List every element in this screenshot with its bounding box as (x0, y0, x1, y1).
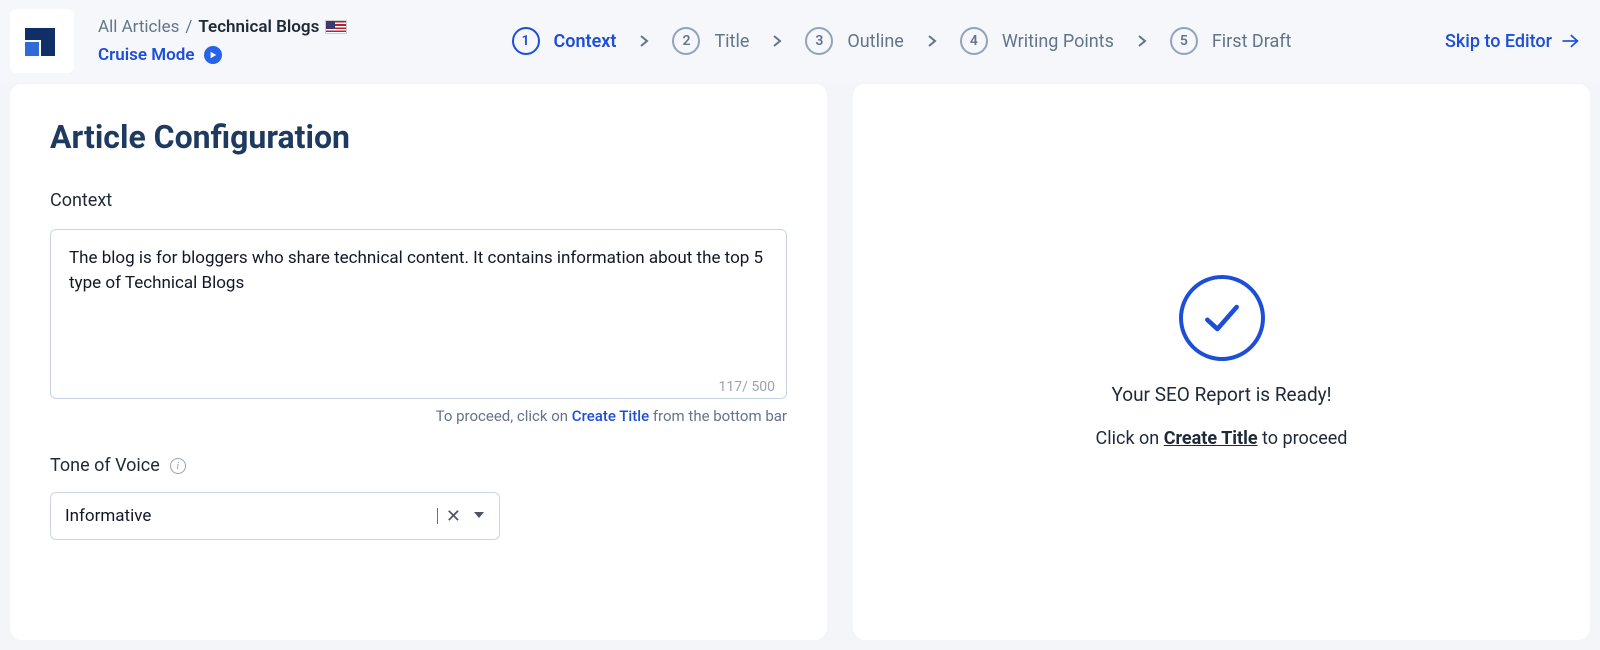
tone-label-row: Tone of Voice i (50, 455, 787, 476)
cta-prefix: Click on (1096, 428, 1164, 449)
tone-combobox[interactable]: Informative ✕ (50, 492, 500, 540)
config-panel: Article Configuration Context 117/ 500 T… (10, 84, 827, 640)
check-circle-icon (1179, 275, 1265, 361)
chevron-right-icon (1136, 32, 1148, 51)
tone-label: Tone of Voice (50, 455, 160, 476)
header-left: All Articles / Technical Blogs Cruise Mo… (98, 17, 378, 65)
breadcrumb-sep: / (185, 17, 192, 37)
breadcrumb: All Articles / Technical Blogs (98, 17, 378, 37)
hint-suffix: from the bottom bar (649, 407, 787, 425)
header-bar: All Articles / Technical Blogs Cruise Mo… (0, 0, 1600, 82)
app-logo[interactable] (10, 9, 74, 73)
chevron-down-icon[interactable] (469, 502, 489, 530)
chevron-right-icon (771, 32, 783, 51)
cruise-mode-label: Cruise Mode (98, 45, 194, 65)
seo-cta-text: Click on Create Title to proceed (1096, 428, 1348, 449)
us-flag-icon (325, 20, 347, 34)
char-counter: 117/ 500 (719, 379, 775, 395)
step-writing-points[interactable]: 4 Writing Points (960, 27, 1114, 55)
tone-value: Informative (65, 506, 438, 526)
seo-ready-text: Your SEO Report is Ready! (1111, 383, 1331, 406)
step-first-draft[interactable]: 5 First Draft (1170, 27, 1292, 55)
context-hint: To proceed, click on Create Title from t… (50, 407, 787, 425)
chevron-right-icon (638, 32, 650, 51)
step-num: 4 (960, 27, 988, 55)
hint-link[interactable]: Create Title (572, 407, 649, 425)
step-context[interactable]: 1 Context (512, 27, 617, 55)
breadcrumb-current[interactable]: Technical Blogs (198, 17, 319, 37)
context-label: Context (50, 190, 787, 211)
clear-icon[interactable]: ✕ (438, 502, 469, 531)
info-icon[interactable]: i (170, 458, 186, 474)
arrow-right-icon (1560, 31, 1580, 51)
context-textarea-wrap: 117/ 500 (50, 229, 787, 403)
step-num: 2 (672, 27, 700, 55)
play-icon (204, 46, 222, 64)
chevron-right-icon (926, 32, 938, 51)
step-num: 1 (512, 27, 540, 55)
step-num: 3 (805, 27, 833, 55)
step-label: Title (714, 31, 749, 52)
seo-panel: Your SEO Report is Ready! Click on Creat… (853, 84, 1590, 640)
cta-suffix: to proceed (1258, 428, 1348, 449)
context-textarea[interactable] (50, 229, 787, 399)
step-label: Writing Points (1002, 31, 1114, 52)
step-num: 5 (1170, 27, 1198, 55)
create-title-link[interactable]: Create Title (1164, 428, 1258, 449)
step-title[interactable]: 2 Title (672, 27, 749, 55)
cruise-mode-toggle[interactable]: Cruise Mode (98, 45, 378, 65)
page-title: Article Configuration (50, 118, 787, 156)
step-label: Context (554, 31, 617, 52)
step-label: Outline (847, 31, 903, 52)
hint-prefix: To proceed, click on (436, 407, 572, 425)
wizard-stepper: 1 Context 2 Title 3 Outline 4 Writing Po… (378, 27, 1425, 55)
breadcrumb-root[interactable]: All Articles (98, 17, 179, 37)
step-outline[interactable]: 3 Outline (805, 27, 903, 55)
skip-to-editor-button[interactable]: Skip to Editor (1445, 31, 1580, 52)
step-label: First Draft (1212, 31, 1292, 52)
skip-label: Skip to Editor (1445, 31, 1552, 52)
main-area: Article Configuration Context 117/ 500 T… (0, 82, 1600, 650)
